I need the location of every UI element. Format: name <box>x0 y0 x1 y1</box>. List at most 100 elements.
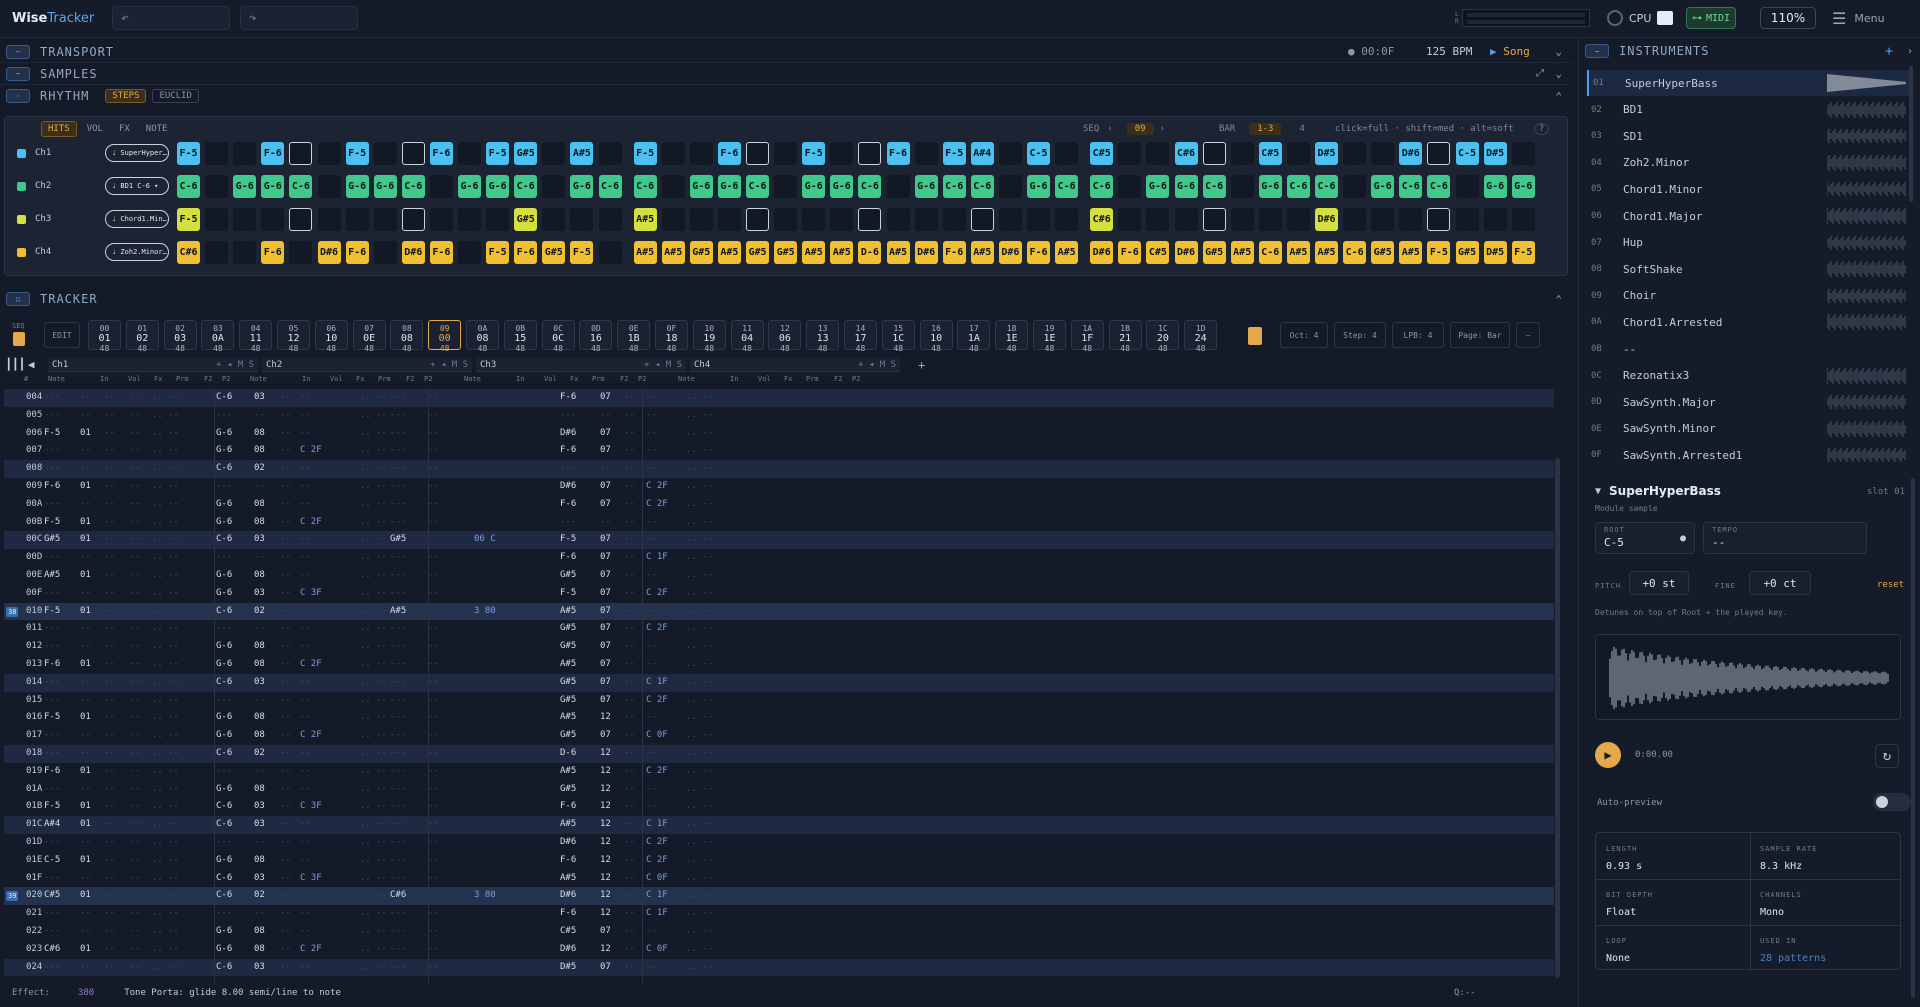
table-row[interactable]: 01B F-5 01 -- --.. -- C-6 03 -- C 3F.. -- --- -- F-… <box>4 798 1554 816</box>
step-cell[interactable] <box>205 241 229 264</box>
pattern-slot[interactable]: 05 12 48 <box>277 320 310 353</box>
table-row[interactable]: 01A --- -- -- --.. -- G-6 08 -- --.. -- --- -- G#5 1… <box>4 781 1554 799</box>
step-cell[interactable] <box>830 142 854 165</box>
step-cell[interactable]: C-6 <box>1055 175 1079 198</box>
pattern-slot[interactable]: 0D 16 48 <box>579 320 613 353</box>
table-row[interactable]: 009 F-6 01 -- --.. -- --- -- -- --.. -- --- -- D#6 0… <box>4 478 1554 496</box>
next-icon[interactable]: › <box>1160 124 1165 134</box>
instrument-detail-title[interactable]: ▼ SuperHyperBass <box>1595 484 1721 498</box>
step-cell[interactable] <box>830 208 854 231</box>
step-cell[interactable] <box>542 208 566 231</box>
step-cell[interactable]: D#6 <box>1399 142 1423 165</box>
step-cell[interactable] <box>746 208 769 231</box>
step-cell[interactable]: G-6 <box>570 175 594 198</box>
fx-tab[interactable]: FX <box>113 121 136 137</box>
pattern-slot[interactable]: 07 0E 48 <box>352 320 386 353</box>
channel-header-ch1[interactable]: Ch1 + ◂ M S <box>48 358 258 372</box>
step-cell[interactable] <box>1286 142 1310 165</box>
chevron-up-icon[interactable]: ⌃ <box>1555 90 1562 103</box>
instrument-item[interactable]: 07 Hup <box>1587 230 1911 256</box>
step-cell[interactable]: C#5 <box>1258 142 1282 165</box>
step-cell[interactable]: G#5 <box>774 241 798 264</box>
step-cell[interactable]: C-6 <box>401 175 425 198</box>
step-cell[interactable] <box>373 142 397 165</box>
solo-icons[interactable]: ▎▎▎◀ <box>8 358 35 371</box>
bar-count[interactable]: 4 <box>1299 124 1304 134</box>
step-cell[interactable] <box>1399 208 1423 231</box>
step-cell[interactable] <box>774 142 798 165</box>
step-cell[interactable] <box>858 142 882 165</box>
step-cell[interactable] <box>886 208 910 231</box>
step-cell[interactable]: F-5 <box>345 142 369 165</box>
step-cell[interactable] <box>1027 208 1050 231</box>
step-cell[interactable]: G#5 <box>746 241 769 264</box>
instrument-item[interactable]: 02 BD1 <box>1587 97 1911 123</box>
step-cell[interactable]: F-6 <box>886 142 910 165</box>
transport-section[interactable]: ― TRANSPORT ● 00:0F 125 BPM ▶ Song ⌄ <box>0 41 1572 63</box>
step-cell[interactable] <box>1427 142 1451 165</box>
step-cell[interactable] <box>1258 208 1282 231</box>
step-cell[interactable]: F-6 <box>1118 241 1142 264</box>
instrument-item[interactable]: 0B -- <box>1587 336 1911 362</box>
step-cell[interactable]: A#5 <box>830 241 854 264</box>
step-cell[interactable] <box>1118 175 1142 198</box>
sample-waveform[interactable] <box>1595 634 1901 720</box>
step-cell[interactable] <box>317 175 341 198</box>
step-cell[interactable] <box>317 142 341 165</box>
table-row[interactable]: 01D --- -- -- --.. -- --- -- -- --.. -- --- -- D#6 1… <box>4 834 1554 852</box>
instrument-item[interactable]: 0D SawSynth.Major <box>1587 389 1911 415</box>
step-cell[interactable] <box>542 142 566 165</box>
pitch-field[interactable]: +0 st <box>1629 571 1689 595</box>
step-cell[interactable] <box>317 208 341 231</box>
pattern-slot[interactable]: 01 02 48 <box>125 320 159 353</box>
step-cell[interactable] <box>717 208 741 231</box>
pattern-slot[interactable]: 02 03 48 <box>163 320 197 353</box>
table-row[interactable]: 005 --- -- -- --.. -- --- -- -- --.. -- --- -- --- -… <box>4 407 1554 425</box>
table-row[interactable]: 00B F-5 01 -- --.. -- G-6 08 -- C 2F.. -- --- -- --… <box>4 514 1554 532</box>
table-row[interactable]: 004 --- -- -- --.. -- C-6 03 -- --.. -- --- -- F-6 0… <box>4 389 1554 407</box>
channel-header-ch3[interactable]: Ch3 + ◂ M S <box>476 358 686 372</box>
rhythm-section-header[interactable]: ◦ RHYTHM STEPS EUCLID ⌃ <box>0 85 1572 107</box>
tracker-section-header[interactable]: ∷ TRACKER ⌃ <box>0 288 1572 310</box>
step-cell[interactable] <box>205 142 229 165</box>
step-cell[interactable]: F-6 <box>942 241 966 264</box>
step-cell[interactable]: C-6 <box>177 175 200 198</box>
step-cell[interactable]: F-6 <box>345 241 369 264</box>
lock-icon[interactable] <box>13 332 25 346</box>
step-cell[interactable] <box>1343 142 1367 165</box>
step-cell[interactable] <box>373 208 397 231</box>
step-cell[interactable]: G-6 <box>802 175 826 198</box>
page-control[interactable]: Page: Bar <box>1450 322 1510 348</box>
pattern-slot[interactable]: 09 00 48 <box>428 320 462 353</box>
step-cell[interactable]: A#5 <box>970 241 994 264</box>
prev-icon[interactable]: ‹ <box>1107 124 1112 134</box>
step-cell[interactable]: F-5 <box>1427 241 1451 264</box>
step-cell[interactable] <box>1371 208 1395 231</box>
step-cell[interactable]: D#6 <box>914 241 938 264</box>
pattern-slot[interactable]: 0A 08 48 <box>466 320 499 353</box>
step-cell[interactable]: D#6 <box>1315 208 1338 231</box>
detail-scrollbar[interactable] <box>1911 478 1915 998</box>
step-cell[interactable]: C#6 <box>1174 142 1198 165</box>
transport-bpm[interactable]: 125 BPM <box>1426 45 1472 58</box>
tracker-toggle-icon[interactable]: ∷ <box>6 292 30 306</box>
step-cell[interactable]: G-6 <box>458 175 481 198</box>
step-cell[interactable]: D#6 <box>998 241 1022 264</box>
step-cell[interactable]: F-5 <box>942 142 966 165</box>
step-cell[interactable] <box>486 208 510 231</box>
step-cell[interactable] <box>1286 208 1310 231</box>
pattern-slot[interactable]: 0C 0C 48 <box>541 320 575 353</box>
step-cell[interactable]: C-6 <box>858 175 882 198</box>
pattern-slot[interactable]: 03 0A 48 <box>201 320 235 353</box>
step-cell[interactable]: G-6 <box>717 175 741 198</box>
instrument-item[interactable]: 05 Chord1.Minor <box>1587 176 1911 202</box>
step-cell[interactable]: F-6 <box>429 241 453 264</box>
pattern-slot[interactable]: 00 01 48 <box>88 320 121 353</box>
step-cell[interactable]: G-6 <box>373 175 397 198</box>
step-cell[interactable]: G-6 <box>1371 175 1395 198</box>
table-row[interactable]: 00E A#5 01 -- --.. -- G-6 08 -- --.. -- --- -- G#5 0… <box>4 567 1554 585</box>
step-cell[interactable]: G-6 <box>689 175 713 198</box>
pattern-slot[interactable]: 13 13 48 <box>806 320 840 353</box>
root-field[interactable]: ROOT C-5 ● <box>1595 522 1695 554</box>
step-cell[interactable]: G-6 <box>261 175 285 198</box>
